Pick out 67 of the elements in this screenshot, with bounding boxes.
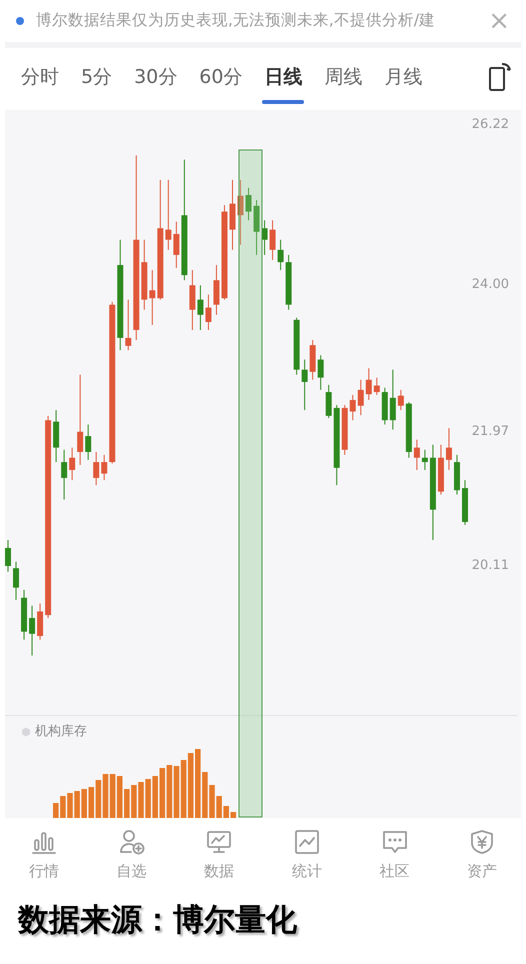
candle xyxy=(446,428,452,470)
candle xyxy=(61,449,68,500)
candle xyxy=(318,354,324,390)
candle xyxy=(189,270,196,330)
candle xyxy=(69,447,76,481)
period-tab[interactable]: 月线 xyxy=(373,48,434,106)
candle xyxy=(254,200,260,256)
candle xyxy=(302,359,308,411)
candle xyxy=(270,220,276,260)
candle xyxy=(262,220,268,256)
rotate-screen-icon[interactable] xyxy=(488,62,512,92)
candle xyxy=(85,424,92,460)
hexagon-icon xyxy=(21,726,31,737)
candle xyxy=(406,402,412,458)
source-caption: 数据来源：博尔量化 xyxy=(18,900,297,940)
candle xyxy=(165,179,172,250)
candle xyxy=(141,239,148,310)
candle xyxy=(326,384,332,419)
volume-bar xyxy=(230,812,236,818)
price-axis-label: 21.97 xyxy=(472,424,509,438)
candle xyxy=(462,480,468,526)
candle xyxy=(37,603,44,640)
candle xyxy=(366,368,372,400)
period-tab[interactable]: 5分 xyxy=(70,48,124,106)
candle xyxy=(197,284,204,330)
candle xyxy=(230,179,236,250)
candle xyxy=(149,270,156,326)
candle xyxy=(238,179,244,246)
candle xyxy=(382,387,388,426)
candle xyxy=(13,561,20,600)
price-axis-label: 20.11 xyxy=(472,559,509,572)
candle xyxy=(205,294,212,330)
candle xyxy=(5,540,11,572)
period-tab[interactable]: 60分 xyxy=(188,48,254,106)
period-tab[interactable]: 分时 xyxy=(10,48,70,106)
candle xyxy=(454,454,460,496)
candle xyxy=(173,221,180,268)
candle xyxy=(246,187,252,221)
candle xyxy=(438,444,444,496)
price-axis-label: 24.00 xyxy=(472,278,509,292)
candle xyxy=(350,394,356,421)
candle xyxy=(342,404,348,456)
candle xyxy=(358,379,364,416)
candle xyxy=(278,239,284,271)
candle xyxy=(101,454,108,481)
period-tab[interactable]: 30分 xyxy=(123,48,188,106)
candle xyxy=(21,589,28,640)
candle xyxy=(93,451,100,486)
add-user-icon xyxy=(118,828,146,856)
candle xyxy=(29,605,36,656)
candle xyxy=(398,389,404,411)
candle xyxy=(294,317,300,376)
candle xyxy=(310,340,316,380)
line-chart-icon xyxy=(292,828,321,856)
candle xyxy=(422,449,428,470)
candle xyxy=(53,410,60,463)
candle xyxy=(374,377,380,396)
period-tab[interactable]: 周线 xyxy=(313,48,374,106)
candle xyxy=(125,299,132,351)
indicator-title: 机构库存 xyxy=(35,723,87,741)
price-axis-label: 26.22 xyxy=(472,118,509,131)
candle xyxy=(390,369,396,430)
candle xyxy=(414,439,420,470)
candle xyxy=(213,264,220,316)
candle xyxy=(286,254,292,310)
notice-text: 博尔数据结果仅为历史表现,无法预测未来,不提供分析/建 xyxy=(36,10,436,32)
period-tab[interactable]: 日线 xyxy=(253,48,314,106)
